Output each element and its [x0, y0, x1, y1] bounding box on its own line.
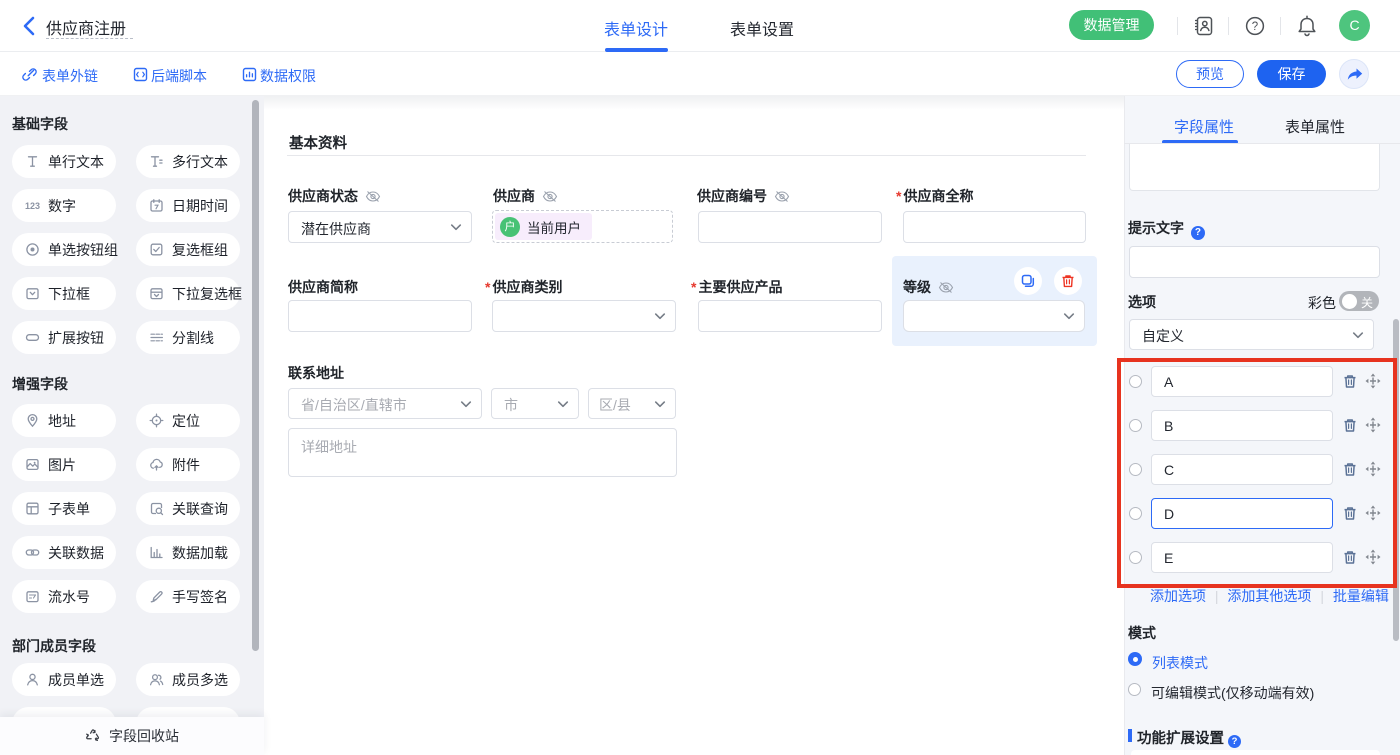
svg-text:?: ?	[1252, 21, 1258, 33]
